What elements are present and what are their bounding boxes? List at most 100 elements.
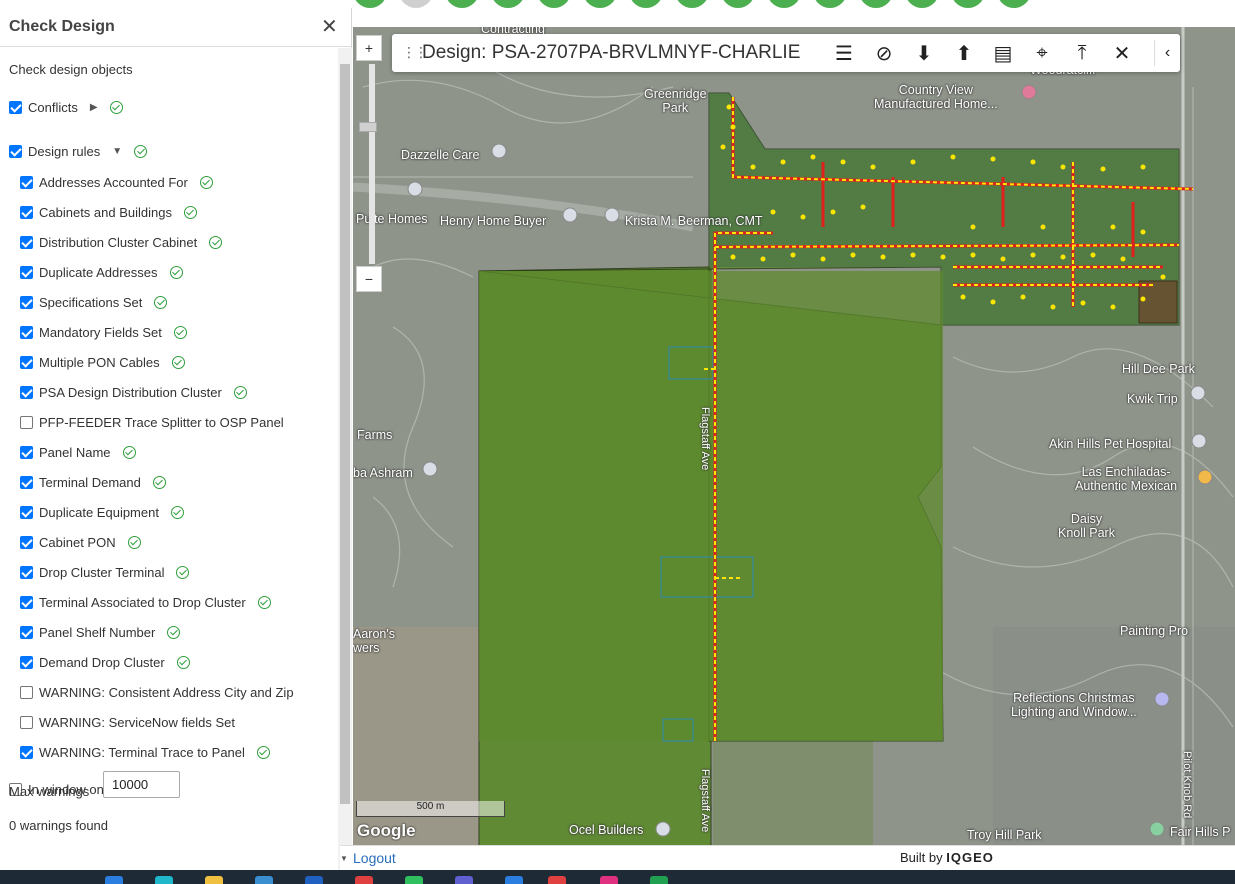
design-rule-checkbox[interactable] (20, 205, 33, 219)
taskbar-app-icon[interactable] (505, 876, 523, 884)
design-rule-label: PFP-FEEDER Trace Splitter to OSP Panel (39, 414, 284, 430)
logout-link[interactable]: Logout (353, 850, 396, 866)
design-rule-label: Specifications Set (39, 294, 143, 310)
design-rule-checkbox[interactable] (20, 175, 33, 189)
taskbar-app-icon[interactable] (405, 876, 423, 884)
crosshair-icon[interactable]: ⌖ (1029, 40, 1055, 66)
taskbar-app-icon[interactable] (650, 876, 668, 884)
check-circle-icon (127, 535, 141, 549)
toolbar-button-icon[interactable] (491, 0, 525, 8)
close-icon[interactable]: ✕ (321, 14, 338, 39)
arrow-up-icon[interactable]: ⬆ (951, 40, 977, 66)
details-icon[interactable]: ▤ (990, 40, 1016, 66)
conflicts-checkbox[interactable] (9, 100, 22, 114)
toolbar-button-icon[interactable] (537, 0, 571, 8)
map-label-akin: Akin Hills Pet Hospital (1049, 437, 1172, 451)
panel-header: Check Design ✕ (0, 8, 352, 47)
list-icon[interactable]: ☰ (831, 40, 857, 66)
arrow-down-icon[interactable]: ⬇ (911, 40, 937, 66)
expand-icon[interactable]: ▶ (90, 102, 98, 113)
design-rule-checkbox[interactable] (20, 295, 33, 309)
design-rule-checkbox[interactable] (20, 595, 33, 609)
zoom-slider-handle[interactable] (359, 122, 377, 132)
built-by: Built by IQGEO (900, 850, 994, 865)
design-rule-row: Mandatory Fields Set (20, 322, 187, 342)
toolbar-button-icon[interactable] (721, 0, 755, 8)
toolbar-button-icon[interactable] (583, 0, 617, 8)
check-circle-icon (257, 595, 271, 609)
scroll-down-icon[interactable]: ▼ (340, 854, 348, 863)
toolbar-button-icon[interactable] (905, 0, 939, 8)
check-circle-icon (109, 100, 123, 114)
design-rules-checkbox[interactable] (9, 144, 22, 158)
check-circle-icon (209, 235, 223, 249)
design-rule-checkbox[interactable] (20, 655, 33, 669)
design-rule-row: PSA Design Distribution Cluster (20, 382, 247, 402)
scrollbar-thumb[interactable] (340, 64, 350, 804)
check-circle-icon (233, 385, 247, 399)
toolbar-button-icon[interactable] (859, 0, 893, 8)
design-rule-label: Duplicate Equipment (39, 504, 159, 520)
toolbar-button-icon[interactable] (399, 0, 433, 8)
map-view[interactable]: Greenridge Park Country View Manufacture… (353, 27, 1235, 845)
zoom-slider-track[interactable] (369, 64, 375, 264)
design-rule-checkbox[interactable] (20, 325, 33, 339)
close-icon[interactable]: ✕ (1109, 40, 1135, 66)
toolbar-button-icon[interactable] (353, 0, 387, 8)
collapse-icon[interactable]: ‹ (1154, 40, 1180, 66)
map-label-farms: Farms (357, 428, 393, 442)
design-rule-checkbox[interactable] (20, 505, 33, 519)
toolbar-button-icon[interactable] (767, 0, 801, 8)
taskbar-app-icon[interactable] (355, 876, 373, 884)
top-toolbar (0, 0, 1235, 8)
map-label-hill-dee: Hill Dee Park (1122, 362, 1195, 376)
design-rule-checkbox[interactable] (20, 415, 33, 429)
design-rule-checkbox[interactable] (20, 745, 33, 759)
toolbar-button-icon[interactable] (445, 0, 479, 8)
zoom-out-button[interactable]: − (356, 266, 382, 292)
taskbar-app-icon[interactable] (600, 876, 618, 884)
check-circle-icon (199, 175, 213, 189)
map-label-fair: Fair Hills P (1170, 825, 1231, 839)
design-rule-checkbox[interactable] (20, 685, 33, 699)
google-attribution: Google (357, 821, 416, 840)
block-icon[interactable]: ⊘ (871, 40, 897, 66)
panel-scrollbar[interactable] (338, 48, 352, 870)
taskbar-app-icon[interactable] (105, 876, 123, 884)
design-rule-checkbox[interactable] (20, 445, 33, 459)
taskbar-app-icon[interactable] (548, 876, 566, 884)
taskbar-app-icon[interactable] (155, 876, 173, 884)
warnings-found-text: 0 warnings found (9, 818, 109, 833)
zoom-in-button[interactable]: + (356, 35, 382, 61)
check-circle-icon (171, 355, 185, 369)
design-rule-label: WARNING: ServiceNow fields Set (39, 714, 236, 730)
upload-icon[interactable]: ⤒ (1069, 40, 1095, 66)
taskbar-app-icon[interactable] (455, 876, 473, 884)
taskbar-app-icon[interactable] (205, 876, 223, 884)
design-rule-label: Cabinet PON (39, 534, 116, 550)
taskbar-app-icon[interactable] (305, 876, 323, 884)
design-rule-checkbox[interactable] (20, 475, 33, 489)
design-rule-checkbox[interactable] (20, 235, 33, 249)
design-rule-row: WARNING: Consistent Address City and Zip (20, 682, 294, 702)
design-rule-row: Demand Drop Cluster (20, 652, 190, 672)
design-rule-checkbox[interactable] (20, 265, 33, 279)
check-circle-icon (176, 655, 190, 669)
design-rule-checkbox[interactable] (20, 385, 33, 399)
toolbar-button-icon[interactable] (951, 0, 985, 8)
toolbar-button-icon[interactable] (997, 0, 1031, 8)
toolbar-button-icon[interactable] (813, 0, 847, 8)
design-rule-checkbox[interactable] (20, 625, 33, 639)
design-rule-row: Duplicate Equipment (20, 502, 184, 522)
design-rule-row: Panel Shelf Number (20, 622, 181, 642)
design-rule-checkbox[interactable] (20, 355, 33, 369)
design-rule-checkbox[interactable] (20, 565, 33, 579)
toolbar-button-icon[interactable] (675, 0, 709, 8)
design-rule-checkbox[interactable] (20, 715, 33, 729)
check-circle-icon (170, 505, 184, 519)
max-warnings-input[interactable] (103, 771, 180, 798)
taskbar-app-icon[interactable] (255, 876, 273, 884)
collapse-icon[interactable]: ▼ (112, 146, 122, 157)
toolbar-button-icon[interactable] (629, 0, 663, 8)
design-rule-checkbox[interactable] (20, 535, 33, 549)
